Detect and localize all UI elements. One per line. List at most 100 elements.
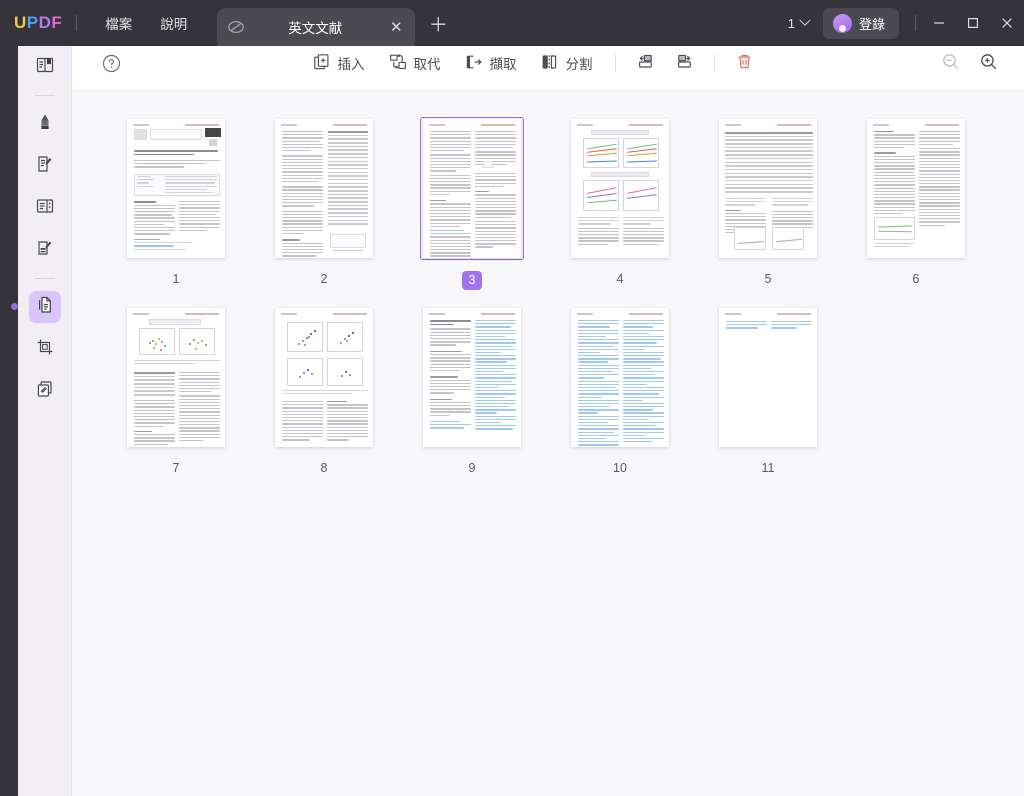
page-preview: [275, 308, 373, 447]
thumbnail-frame[interactable]: [272, 117, 376, 260]
page-thumbnail-item[interactable]: 4: [546, 117, 694, 290]
title-bar: UPDF 檔案 說明 英文文献 ✕ ＋ 1 登錄: [0, 0, 1024, 46]
replace-button[interactable]: 取代: [378, 47, 452, 80]
toolbar-divider-2: [713, 54, 715, 72]
updf-logo: UPDF: [14, 13, 62, 33]
login-button[interactable]: 登錄: [822, 7, 899, 39]
window-controls-group: 1 登錄: [780, 0, 1024, 46]
app-body: 插入 取代 擷取 分割 1 2 3 4 5 6 7 8 9 10 11: [18, 36, 1024, 796]
page-number: 6: [912, 272, 920, 286]
document-tab[interactable]: 英文文献 ✕: [217, 8, 416, 46]
zoom-out-icon: [941, 52, 960, 76]
thumbnail-frame[interactable]: [864, 117, 968, 260]
updf-window: UPDF 檔案 說明 英文文献 ✕ ＋ 1 登錄 插入 取代 擷取 分割 1 2…: [0, 0, 1024, 796]
extract-label: 擷取: [489, 57, 517, 72]
thumbnail-frame-selected[interactable]: [420, 117, 524, 260]
tab-close-icon[interactable]: ✕: [385, 16, 407, 38]
form-layout-icon: [35, 196, 55, 221]
page-thumbnail-item[interactable]: 3: [398, 117, 546, 290]
window-controls-divider: [915, 15, 916, 31]
toolbar-divider-1: [614, 54, 616, 72]
sidebar-item-annotate[interactable]: [29, 108, 61, 140]
rotate-left-icon: [636, 52, 655, 74]
zoom-out-button[interactable]: [936, 50, 964, 78]
page-preview: [127, 308, 225, 447]
sidebar-item-edit-text[interactable]: [29, 234, 61, 266]
logo-letter-d: D: [38, 13, 52, 32]
thumbnail-grid: 1 2 3 4 5 6 7 8 9 10 11: [72, 91, 1024, 483]
trash-icon: [735, 52, 754, 74]
sidebar-divider-1: [34, 95, 55, 96]
page-number: 2: [320, 272, 328, 286]
page-thumbnail-item[interactable]: 11: [694, 306, 842, 477]
page-number: 9: [468, 461, 476, 475]
extract-button[interactable]: 擷取: [454, 47, 528, 80]
page-thumbnail-item[interactable]: 7: [102, 306, 250, 477]
page-preview: [423, 119, 521, 258]
insert-button[interactable]: 插入: [302, 47, 376, 80]
page-thumbnail-item[interactable]: 10: [546, 306, 694, 477]
zoom-in-button[interactable]: [974, 50, 1002, 78]
menu-file[interactable]: 檔案: [91, 7, 146, 39]
thumbnail-frame[interactable]: [716, 306, 820, 449]
page-thumbnail-item[interactable]: 1: [102, 117, 250, 290]
book-reader-icon: [35, 55, 55, 80]
split-button[interactable]: 分割: [530, 47, 604, 80]
minimize-button[interactable]: [922, 4, 956, 42]
sidebar-item-organize-pages[interactable]: [28, 291, 61, 323]
pages-icon: [35, 295, 55, 320]
tab-title: 英文文献: [288, 21, 343, 36]
window-count-value: 1: [787, 15, 795, 31]
page-number: 1: [172, 272, 180, 286]
page-preview: [275, 119, 373, 258]
sidebar-item-crop[interactable]: [29, 333, 61, 365]
page-number-selected: 3: [461, 271, 483, 290]
page-thumbnail-item[interactable]: 2: [250, 117, 398, 290]
sidebar-item-edit-pdf[interactable]: [29, 150, 61, 182]
thumbnail-frame[interactable]: [124, 306, 228, 449]
logo-divider: [76, 15, 78, 31]
crop-icon: [35, 337, 55, 362]
close-window-button[interactable]: [990, 4, 1024, 42]
thumbnail-frame[interactable]: [420, 306, 524, 449]
page-thumbnail-item[interactable]: 9: [398, 306, 546, 477]
delete-button[interactable]: [726, 46, 763, 80]
help-button[interactable]: [98, 50, 124, 76]
page-thumbnails-canvas[interactable]: 1 2 3 4 5 6 7 8 9 10 11: [72, 91, 1024, 796]
page-preview: [571, 308, 669, 447]
sidebar-item-reader[interactable]: [29, 51, 61, 83]
page-preview: [127, 119, 225, 258]
window-count-dropdown[interactable]: 1: [780, 12, 817, 35]
thumbnail-frame[interactable]: [716, 117, 820, 260]
menu-help[interactable]: 說明: [146, 7, 201, 39]
sidebar-divider-2: [34, 278, 55, 279]
thumbnail-frame[interactable]: [568, 117, 672, 260]
thumbnail-frame[interactable]: [272, 306, 376, 449]
sidebar-item-form[interactable]: [29, 192, 61, 224]
thumbnail-frame[interactable]: [124, 117, 228, 260]
convert-icon: [35, 379, 55, 404]
logo-letter-f: F: [51, 13, 63, 32]
logo-letter-p: P: [26, 13, 39, 32]
edit-text-icon: [35, 238, 55, 263]
split-label: 分割: [565, 57, 593, 72]
page-thumbnail-item[interactable]: 8: [250, 306, 398, 477]
new-tab-button[interactable]: ＋: [425, 10, 451, 36]
rotate-left-button[interactable]: [627, 46, 664, 80]
highlighter-icon: [35, 112, 55, 137]
panel-collapse-handle[interactable]: [11, 303, 18, 310]
page-preview: [867, 119, 965, 258]
sidebar-item-convert[interactable]: [29, 375, 61, 407]
thumbnail-frame[interactable]: [568, 306, 672, 449]
page-number: 7: [172, 461, 180, 475]
page-thumbnail-item[interactable]: 6: [842, 117, 990, 290]
insert-label: 插入: [337, 57, 365, 72]
page-number: 4: [616, 272, 624, 286]
maximize-button[interactable]: [956, 4, 990, 42]
page-preview: [719, 308, 817, 447]
extract-icon: [465, 53, 483, 74]
page-thumbnail-item[interactable]: 5: [694, 117, 842, 290]
rotate-right-button[interactable]: [666, 46, 703, 80]
replace-icon: [389, 53, 407, 74]
left-sidebar: [18, 36, 72, 796]
